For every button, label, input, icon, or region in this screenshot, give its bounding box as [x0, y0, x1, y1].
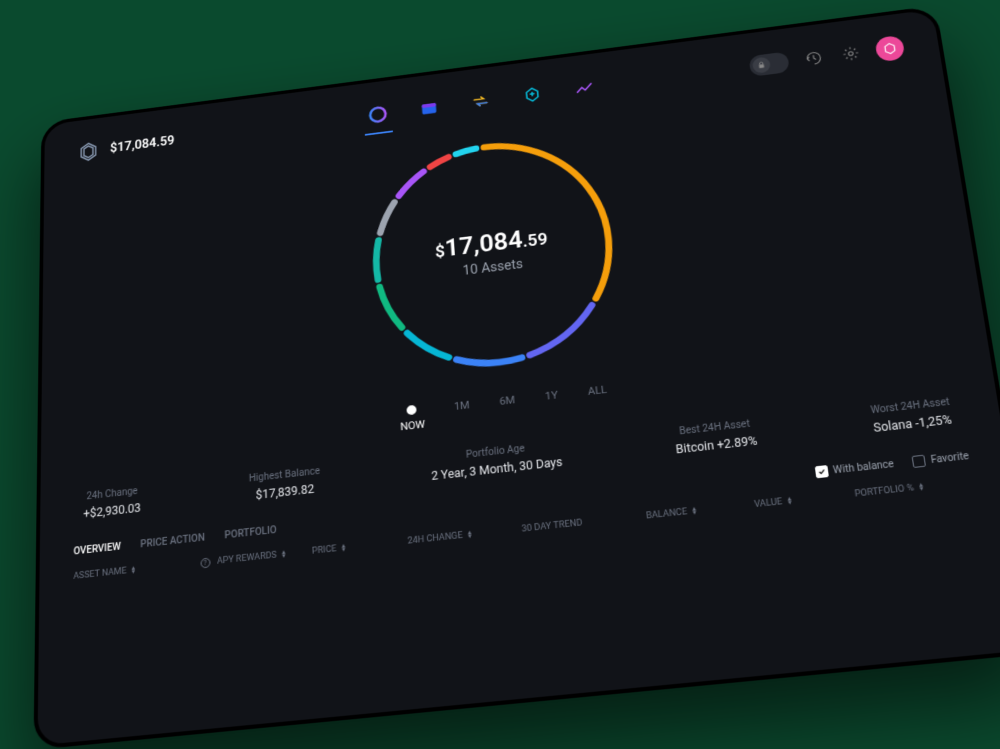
theme-toggle[interactable]	[749, 51, 790, 76]
checkbox-icon	[912, 454, 927, 467]
settings-icon[interactable]	[838, 41, 864, 64]
view-tabs: OVERVIEW PRICE ACTION PORTFOLIO	[74, 524, 277, 556]
nav-exchange-icon[interactable]	[466, 86, 496, 115]
nav-portfolio-icon[interactable]	[363, 100, 392, 129]
column-30-day-trend[interactable]: 30 DAY TREND	[521, 512, 636, 534]
column-apy-rewards[interactable]: ?APY REWARDS▲▼	[200, 547, 302, 568]
topbar-right	[748, 34, 905, 78]
stat-highest-balance: Highest Balance $17,839.82	[249, 466, 321, 503]
column-value[interactable]: VALUE▲▼	[754, 490, 845, 509]
topbar-left: $17,084.59	[76, 129, 175, 165]
nav-wallet-icon[interactable]	[414, 93, 444, 122]
with-balance-checkbox[interactable]: With balance	[815, 458, 895, 478]
tab-portfolio[interactable]: PORTFOLIO	[224, 524, 276, 540]
column-balance[interactable]: BALANCE▲▼	[646, 501, 745, 521]
lock-icon	[752, 56, 771, 74]
time-range-selector: NOW 1M 6M 1Y ALL	[399, 383, 609, 433]
column-price[interactable]: PRICE▲▼	[312, 537, 398, 556]
donut-chart: $17,084.59 10 Assets	[351, 113, 640, 396]
nav-earn-icon[interactable]	[517, 80, 547, 109]
profile-button[interactable]	[874, 34, 905, 61]
stat-portfolio-age: Portfolio Age 2 Year, 3 Month, 30 Days	[430, 439, 563, 482]
column-portfolio--[interactable]: PORTFOLIO %▲▼	[854, 477, 974, 500]
time-range-now[interactable]: NOW	[399, 403, 425, 432]
app-logo-icon	[76, 138, 101, 165]
nav-activity-icon[interactable]	[569, 73, 600, 102]
tab-price-action[interactable]: PRICE ACTION	[140, 532, 205, 550]
time-range-all[interactable]: ALL	[587, 383, 609, 412]
time-range-6m[interactable]: 6M	[499, 393, 517, 421]
stat-24h-change: 24h Change +$2,930.03	[83, 485, 141, 520]
column-asset-name[interactable]: ASSET NAME▲▼	[73, 559, 190, 581]
header-balance: $17,084.59	[110, 134, 175, 156]
checkbox-icon	[815, 465, 829, 478]
stat-worst-asset: Worst 24H Asset Solana -1,25%	[870, 396, 953, 434]
stat-best-asset: Best 24H Asset Bitcoin +2.89%	[674, 418, 759, 456]
tab-overview[interactable]: OVERVIEW	[74, 541, 121, 557]
history-icon[interactable]	[801, 46, 827, 69]
tablet-frame: $17,084.59	[33, 5, 1000, 749]
favorite-checkbox[interactable]: Favorite	[912, 450, 970, 468]
filter-checkboxes: With balance Favorite	[815, 450, 970, 478]
column-24h-change[interactable]: 24H CHANGE▲▼	[407, 525, 512, 546]
time-range-1m[interactable]: 1M	[454, 398, 471, 426]
time-range-1y[interactable]: 1Y	[545, 388, 560, 416]
